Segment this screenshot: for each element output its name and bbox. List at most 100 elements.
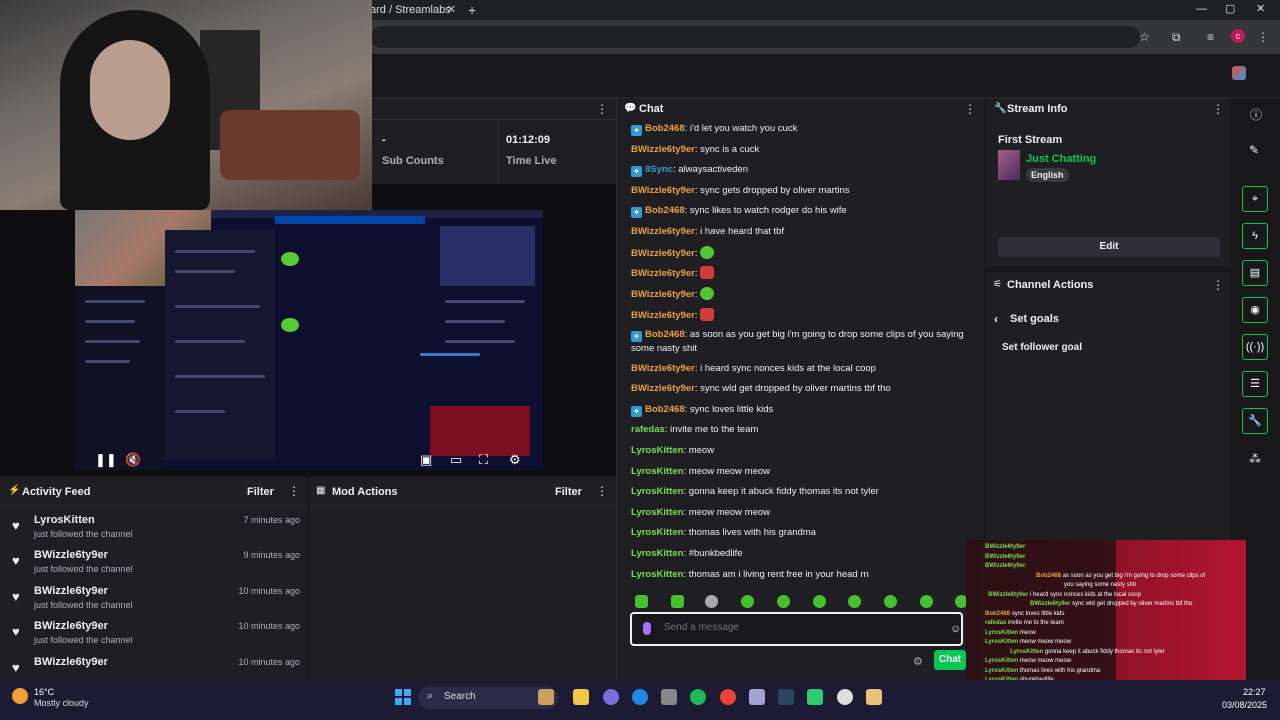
chat-username[interactable]: BWizzle6ty9er — [631, 383, 695, 394]
chat-username[interactable]: BWizzle6ty9er — [631, 289, 695, 300]
chat-username[interactable]: BWizzle6ty9er — [631, 363, 695, 374]
emote-icon[interactable] — [635, 595, 648, 608]
chat-input-box[interactable] — [630, 612, 963, 646]
rail-clip-icon[interactable]: ▤ — [1242, 260, 1268, 286]
emote-icon[interactable] — [884, 595, 897, 608]
chat-send-button[interactable]: Chat — [934, 650, 966, 670]
streamlabs-logo-icon[interactable] — [1232, 66, 1246, 80]
mic-icon[interactable] — [643, 622, 651, 635]
chat-username[interactable]: BWizzle6ty9er — [631, 310, 695, 321]
minimize-button[interactable]: — — [1196, 0, 1207, 18]
mute-icon[interactable]: 🔇 — [125, 452, 141, 468]
rail-action-icon[interactable]: ⌖ — [1242, 186, 1268, 212]
emote-icon[interactable] — [705, 595, 718, 608]
close-window-button[interactable]: ✕ — [1256, 0, 1265, 18]
taskbar-app-icon[interactable] — [603, 689, 619, 705]
pause-icon[interactable]: ❚❚ — [95, 452, 117, 468]
store-icon[interactable] — [661, 689, 677, 705]
tab-close-icon[interactable]: ✕ — [447, 0, 456, 20]
stream-info-menu-icon[interactable]: ⋮ — [1212, 102, 1224, 116]
chat-username[interactable]: LyrosKitten — [631, 507, 683, 518]
chat-username[interactable]: 8Sync — [645, 164, 673, 175]
spotify-icon[interactable] — [690, 689, 706, 705]
weather-temp[interactable]: 16°C — [34, 687, 54, 697]
emote-picker-icon[interactable]: ☺ — [950, 623, 961, 635]
pencil-icon[interactable]: ✎ — [1249, 143, 1259, 157]
weather-icon[interactable] — [12, 688, 28, 704]
chat-username[interactable]: LyrosKitten — [631, 569, 683, 580]
emote-icon[interactable] — [777, 595, 790, 608]
rail-bolt-icon[interactable]: ϟ — [1242, 223, 1268, 249]
taskbar-app-icon[interactable] — [807, 689, 823, 705]
chat-username[interactable]: Bob2468 — [645, 329, 685, 340]
chat-username[interactable]: LyrosKitten — [631, 466, 683, 477]
profile-avatar[interactable]: c — [1231, 29, 1245, 43]
taskbar-app-icon[interactable] — [837, 689, 853, 705]
chat-username[interactable]: LyrosKitten — [631, 486, 683, 497]
weather-description[interactable]: Mostly cloudy — [34, 698, 89, 708]
chat-menu-icon[interactable]: ⋮ — [964, 102, 976, 116]
browser-menu-icon[interactable]: ⋮ — [1257, 30, 1269, 44]
windows-start-icon[interactable] — [395, 689, 411, 705]
back-chevron-icon[interactable]: ‹ — [994, 312, 998, 326]
chat-username[interactable]: BWizzle6ty9er — [631, 268, 695, 279]
extensions-icon[interactable]: ⧉ — [1172, 30, 1181, 45]
emote-icon[interactable] — [848, 595, 861, 608]
file-explorer-icon[interactable] — [573, 689, 589, 705]
rail-layout-icon[interactable]: ☰ — [1242, 371, 1268, 397]
rail-broadcast-icon[interactable]: ((·)) — [1242, 334, 1268, 360]
activity-item[interactable]: ♥ BWizzle6ty9er just followed the channel 1… — [10, 585, 300, 619]
bookmark-star-icon[interactable]: ☆ — [1139, 30, 1150, 44]
chat-username[interactable]: BWizzle6ty9er — [631, 248, 695, 259]
chat-username[interactable]: BWizzle6ty9er — [631, 226, 695, 237]
address-bar[interactable] — [370, 26, 1140, 48]
activity-item[interactable]: ♥ LyrosKitten just followed the channel 7 m… — [10, 514, 300, 548]
settings-icon[interactable]: ⚙ — [509, 452, 521, 468]
maximize-button[interactable]: ▢ — [1225, 0, 1235, 18]
fullscreen-icon[interactable]: ⛶ — [479, 452, 488, 468]
info-icon[interactable]: ⓘ — [1250, 106, 1262, 123]
edit-stream-info-button[interactable]: Edit — [998, 237, 1220, 257]
emote-icon[interactable] — [920, 595, 933, 608]
browser-tab[interactable]: ard / Streamlabs ✕ — [364, 0, 464, 20]
taskbar-app-icon[interactable] — [866, 689, 882, 705]
emote-icon[interactable] — [671, 595, 684, 608]
activity-filter-button[interactable]: Filter — [247, 486, 274, 498]
chat-username[interactable]: Bob2468 — [645, 123, 685, 134]
activity-item[interactable]: ♥ BWizzle6ty9er just followed the channel 1… — [10, 620, 300, 654]
rail-wrench-icon[interactable]: 🔧 — [1242, 408, 1268, 434]
media-control-icon[interactable]: ≡ — [1207, 30, 1214, 44]
steam-icon[interactable] — [778, 689, 794, 705]
chat-username[interactable]: Bob2468 — [645, 404, 685, 415]
activity-item[interactable]: ♥ BWizzle6ty9er just followed the channel 9… — [10, 549, 300, 583]
chat-settings-icon[interactable]: ⚙ — [913, 655, 923, 668]
new-tab-button[interactable]: + — [468, 0, 476, 20]
mod-menu-icon[interactable]: ⋮ — [596, 484, 608, 498]
taskbar-search[interactable]: ⌕ Search — [418, 687, 558, 709]
stream-category[interactable]: Just Chatting — [1026, 153, 1096, 165]
set-goals-back[interactable]: Set goals — [1010, 313, 1059, 325]
channel-actions-menu-icon[interactable]: ⋮ — [1212, 278, 1224, 292]
community-icon[interactable]: ⁂ — [1249, 452, 1261, 466]
pip-icon[interactable]: ▣ — [420, 452, 432, 468]
chat-username[interactable]: LyrosKitten — [631, 527, 683, 538]
taskbar-app-icon[interactable] — [749, 689, 765, 705]
rail-chat-icon[interactable]: ◉ — [1242, 297, 1268, 323]
mod-filter-button[interactable]: Filter — [555, 486, 582, 498]
taskbar-clock-time[interactable]: 22:27 — [1243, 687, 1266, 697]
emote-icon[interactable] — [741, 595, 754, 608]
emote-icon[interactable] — [813, 595, 826, 608]
chat-username[interactable]: BWizzle6ty9er — [631, 185, 695, 196]
stats-menu-icon[interactable]: ⋮ — [596, 102, 608, 116]
stream-preview-video[interactable] — [75, 210, 543, 470]
chrome-icon[interactable] — [720, 689, 736, 705]
theatre-icon[interactable]: ▭ — [450, 452, 462, 468]
taskbar-app-icon[interactable] — [538, 689, 554, 705]
chat-username[interactable]: BWizzle6ty9er — [631, 144, 695, 155]
chat-username[interactable]: rafedas — [631, 424, 665, 435]
chat-username[interactable]: Bob2468 — [645, 205, 685, 216]
chat-message-input[interactable] — [664, 622, 934, 633]
taskbar-clock-date[interactable]: 03/08/2025 — [1222, 700, 1267, 710]
edge-icon[interactable] — [632, 689, 648, 705]
activity-menu-icon[interactable]: ⋮ — [288, 484, 300, 498]
